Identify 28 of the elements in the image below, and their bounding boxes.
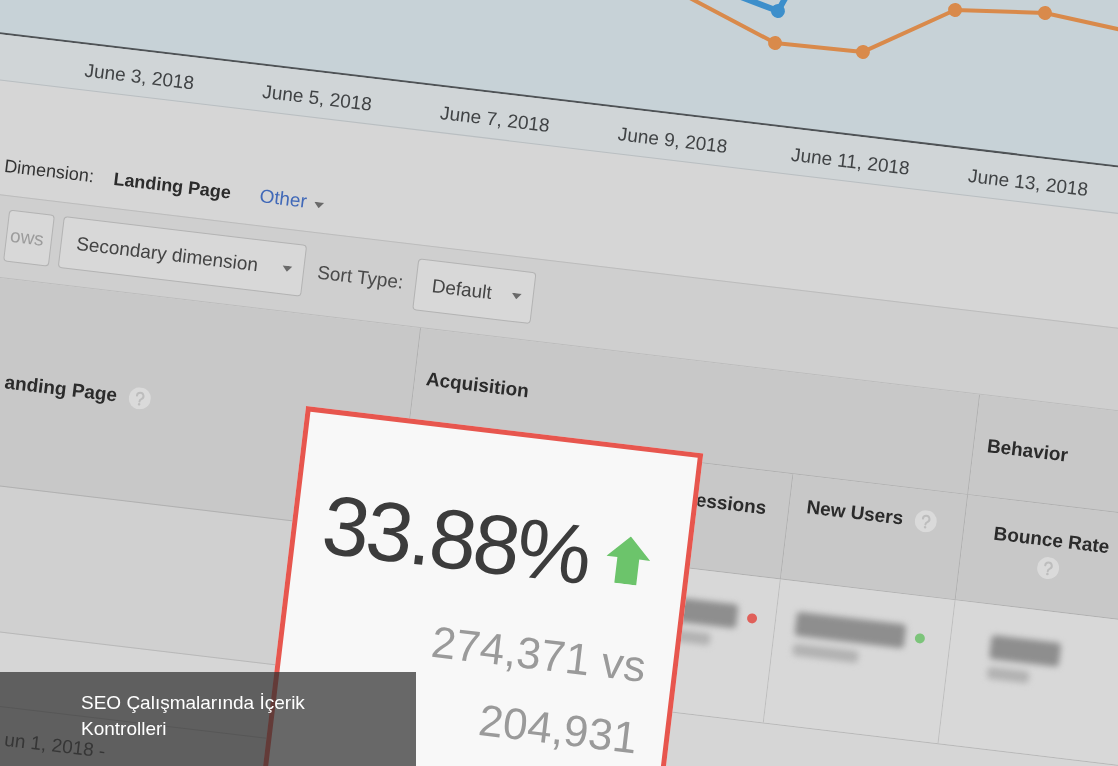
axis-label: June 5, 2018: [261, 80, 373, 116]
chart-point: [768, 35, 783, 50]
chart-point: [948, 2, 963, 17]
axis-label: June 9, 2018: [616, 123, 729, 159]
dropdown[interactable]: Secondary dimension: [57, 216, 307, 297]
column-header: New Users: [805, 496, 905, 530]
axis-label: June 3, 2018: [83, 59, 196, 95]
help-icon[interactable]: [1035, 555, 1061, 581]
comparison-text: 274,371 vs: [427, 615, 649, 689]
help-icon[interactable]: [127, 386, 152, 411]
axis-label: June 7, 2018: [439, 102, 551, 137]
column-header: anding Page: [3, 371, 119, 407]
dimension-option[interactable]: Landing Page: [112, 168, 233, 203]
sort-type-label: Sort Type:: [315, 260, 406, 295]
help-icon[interactable]: [913, 509, 939, 534]
caret-icon: [511, 292, 522, 300]
caption-title: SEO Çalışmalarında İçerik Kontrolleri: [81, 691, 306, 739]
chart-point: [855, 44, 870, 59]
chart-point: [770, 4, 785, 18]
axis-label: June 11, 2018: [789, 143, 911, 180]
axis-label: June 13, 2018: [966, 164, 1090, 202]
column-header: Bounce Rate: [992, 522, 1111, 559]
comparison-text: 204,931: [475, 693, 640, 761]
dimension-option[interactable]: Other: [258, 186, 309, 212]
dimension-label: Dimension:: [3, 155, 95, 187]
chart-point: [1038, 6, 1052, 20]
dropdown[interactable]: Default: [412, 258, 537, 325]
caret-icon: [313, 201, 324, 209]
